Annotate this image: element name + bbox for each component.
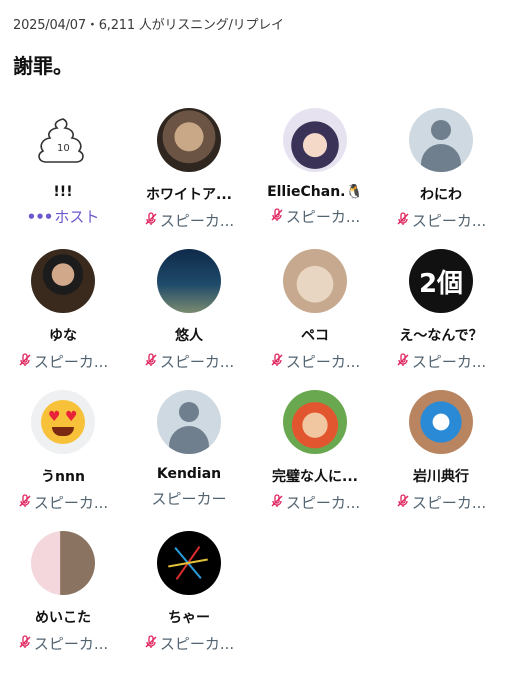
mic-muted-icon (396, 493, 410, 512)
participant-name: ホワイトア... (146, 187, 232, 203)
role-label: スピーカ... (285, 494, 361, 512)
role-label: スピーカ... (285, 353, 361, 371)
avatar[interactable] (157, 249, 221, 313)
participant-name: 岩川典行 (413, 469, 469, 485)
role-label: スピーカ... (33, 635, 109, 653)
participant-role: スピーカ... (0, 492, 126, 513)
participant-card[interactable]: ちゃースピーカ... (126, 531, 252, 654)
avatar[interactable]: 2個 (409, 249, 473, 313)
avatar[interactable]: ♥ ♥ (31, 390, 95, 454)
participant-name: EllieChan.🐧 (267, 184, 363, 200)
role-label: スピーカ... (33, 494, 109, 512)
participant-card[interactable]: 岩川典行スピーカ... (378, 390, 504, 513)
space-meta: 2025/04/07・6,211 人がリスニング/リプレイ (13, 18, 284, 33)
participant-card[interactable]: ゆなスピーカ... (0, 249, 126, 372)
avatar[interactable] (409, 390, 473, 454)
mic-muted-icon (270, 207, 284, 226)
participant-name: え～なんで？ (399, 328, 483, 344)
participant-name: 完璧な人に... (272, 469, 358, 485)
role-label: スピーカ... (411, 212, 487, 230)
space-title: 謝罪。 (13, 54, 73, 78)
participant-role: スピーカ... (0, 633, 126, 654)
participant-card[interactable]: ホワイトア... スピーカ... (126, 108, 252, 231)
participant-card[interactable]: EllieChan.🐧 スピーカ... (252, 108, 378, 227)
role-label: スピーカ... (411, 353, 487, 371)
host-dots-icon: ••• (26, 207, 54, 226)
participant-role: スピーカー (126, 488, 252, 509)
mic-muted-icon (270, 352, 284, 371)
participant-card[interactable]: 完璧な人に... スピーカ... (252, 390, 378, 513)
avatar[interactable] (283, 249, 347, 313)
role-label: スピーカ... (285, 208, 361, 226)
participant-card[interactable]: 10!!! ••• ホスト (0, 108, 126, 227)
role-label: スピーカ... (159, 353, 235, 371)
mic-muted-icon (18, 352, 32, 371)
avatar[interactable] (283, 390, 347, 454)
avatar[interactable] (31, 531, 95, 595)
avatar[interactable] (283, 108, 347, 172)
participant-role: スピーカ... (126, 633, 252, 654)
participant-role: ••• ホスト (0, 206, 126, 227)
role-label: スピーカ... (33, 353, 109, 371)
mic-muted-icon (396, 211, 410, 230)
participant-name: ちゃー (168, 610, 210, 626)
participant-card[interactable]: 2個え～なんで？ スピーカ... (378, 249, 504, 372)
role-label: スピーカー (151, 490, 227, 508)
participant-role: スピーカ... (252, 492, 378, 513)
avatar[interactable] (157, 390, 221, 454)
participant-name: 悠人 (175, 328, 203, 344)
participant-card[interactable]: めいこたスピーカ... (0, 531, 126, 654)
mic-muted-icon (144, 634, 158, 653)
mic-muted-icon (144, 211, 158, 230)
mic-muted-icon (270, 493, 284, 512)
participant-role: スピーカ... (252, 206, 378, 227)
participant-name: わにわ (420, 187, 462, 203)
avatar[interactable] (31, 249, 95, 313)
participant-role: スピーカ... (378, 210, 504, 231)
participant-role: スピーカ... (378, 351, 504, 372)
participant-name: Kendian (156, 466, 222, 482)
svg-text:10: 10 (57, 143, 70, 154)
avatar[interactable]: 10 (31, 108, 95, 172)
participant-name: !!! (53, 184, 73, 200)
mic-muted-icon (396, 352, 410, 371)
participant-card[interactable]: 悠人スピーカ... (126, 249, 252, 372)
avatar[interactable] (157, 531, 221, 595)
mic-muted-icon (144, 352, 158, 371)
role-label: ホスト (54, 208, 100, 226)
role-label: スピーカ... (159, 635, 235, 653)
participant-card[interactable]: Kendian スピーカー (126, 390, 252, 509)
avatar[interactable] (409, 108, 473, 172)
mic-muted-icon (18, 634, 32, 653)
participant-card[interactable]: わにわスピーカ... (378, 108, 504, 231)
avatar-text: 2個 (409, 249, 473, 313)
participant-name: めいこた (35, 610, 91, 626)
participant-name: ペコ (301, 328, 329, 344)
participant-role: スピーカ... (252, 351, 378, 372)
avatar[interactable] (157, 108, 221, 172)
participant-card[interactable]: ペコスピーカ... (252, 249, 378, 372)
participant-card[interactable]: ♥ ♥ うnnn スピーカ... (0, 390, 126, 513)
participant-role: スピーカ... (126, 210, 252, 231)
participant-name: うnnn (41, 469, 85, 485)
participant-role: スピーカ... (0, 351, 126, 372)
role-label: スピーカ... (411, 494, 487, 512)
participant-name: ゆな (49, 328, 77, 344)
participant-role: スピーカ... (378, 492, 504, 513)
participant-role: スピーカ... (126, 351, 252, 372)
role-label: スピーカ... (159, 212, 235, 230)
mic-muted-icon (18, 493, 32, 512)
